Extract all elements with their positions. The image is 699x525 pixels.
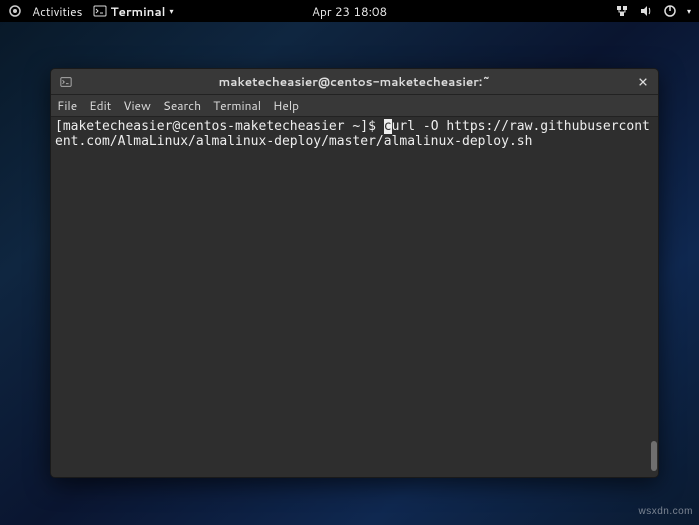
text-cursor: c: [384, 119, 392, 134]
current-app-indicator[interactable]: Terminal ▾: [93, 3, 174, 20]
watermark-text: wsxdn.com: [638, 506, 693, 517]
chevron-down-icon: ▾: [169, 5, 173, 17]
panel-clock[interactable]: Apr 23 18:08: [312, 3, 387, 20]
activities-button[interactable]: Activities: [32, 3, 83, 20]
menu-search[interactable]: Search: [163, 97, 201, 114]
terminal-scrollbar[interactable]: [650, 117, 658, 477]
system-menu-chevron-icon[interactable]: ▾: [687, 5, 691, 17]
panel-right: ▾: [615, 4, 691, 18]
window-close-button[interactable]: [636, 75, 650, 89]
menu-view[interactable]: View: [123, 97, 151, 114]
current-app-name: Terminal: [111, 3, 166, 20]
terminal-window: maketecheasier@centos-maketecheasier:~ F…: [50, 68, 659, 478]
volume-icon[interactable]: [639, 4, 653, 18]
terminal-window-icon: [59, 75, 73, 89]
window-title: maketecheasier@centos-maketecheasier:~: [219, 73, 491, 90]
power-icon[interactable]: [663, 4, 677, 18]
activities-logo-icon[interactable]: [8, 4, 22, 18]
top-panel: Activities Terminal ▾ Apr 23 18:08 ▾: [0, 0, 699, 22]
panel-left: Activities Terminal ▾: [8, 3, 173, 20]
menu-edit[interactable]: Edit: [89, 97, 111, 114]
menu-file[interactable]: File: [57, 97, 77, 114]
terminal-app-icon: [93, 4, 107, 18]
network-icon[interactable]: [615, 4, 629, 18]
window-titlebar[interactable]: maketecheasier@centos-maketecheasier:~: [51, 69, 658, 95]
scrollbar-thumb[interactable]: [651, 441, 657, 471]
menu-help[interactable]: Help: [273, 97, 299, 114]
menu-terminal[interactable]: Terminal: [213, 97, 261, 114]
window-menubar: File Edit View Search Terminal Help: [51, 95, 658, 117]
terminal-body[interactable]: [maketecheasier@centos-maketecheasier ~]…: [51, 117, 658, 477]
shell-prompt: [maketecheasier@centos-maketecheasier ~]…: [55, 119, 384, 134]
